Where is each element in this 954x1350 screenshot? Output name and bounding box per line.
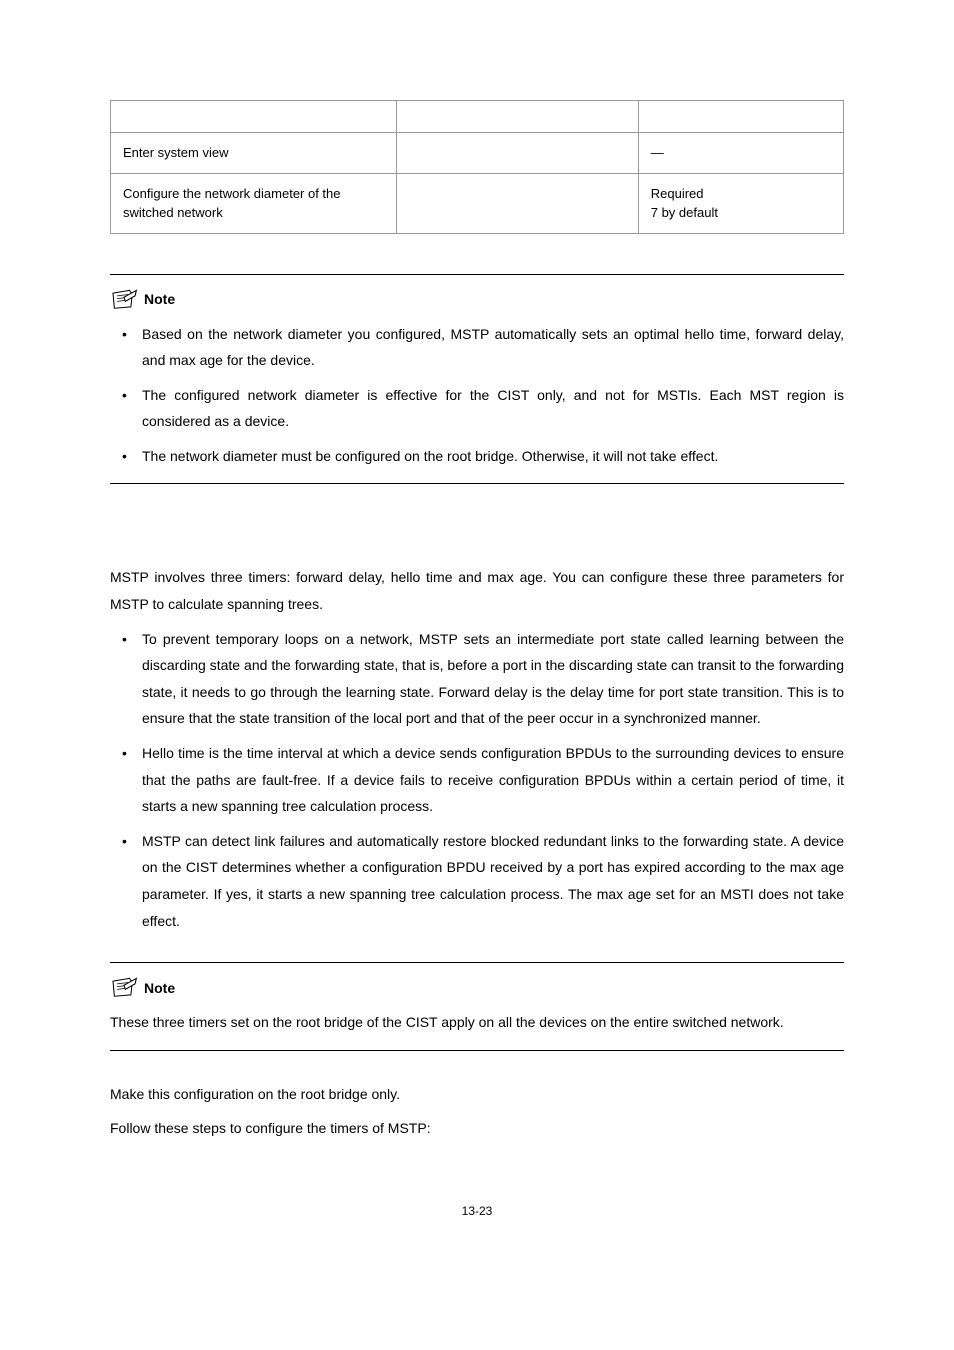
table-cell — [396, 133, 638, 174]
table-header — [111, 101, 397, 133]
table-cell: Enter system view — [111, 133, 397, 174]
list-item: The configured network diameter is effec… — [110, 382, 844, 435]
divider — [110, 274, 844, 275]
note-label: Note — [144, 978, 175, 999]
table-header — [638, 101, 843, 133]
page-number: 13-23 — [110, 1202, 844, 1220]
note-label: Note — [144, 289, 175, 310]
list-item: MSTP can detect link failures and automa… — [110, 828, 844, 934]
divider — [110, 1050, 844, 1051]
list-item: Based on the network diameter you config… — [110, 321, 844, 374]
note-header: Note — [110, 289, 844, 311]
cell-line: Required — [651, 184, 831, 204]
note-header: Note — [110, 977, 844, 999]
list-item: To prevent temporary loops on a network,… — [110, 626, 844, 732]
body-text: Follow these steps to configure the time… — [110, 1115, 844, 1142]
body-text: Make this configuration on the root brid… — [110, 1081, 844, 1108]
table-header — [396, 101, 638, 133]
table-row: Configure the network diameter of the sw… — [111, 173, 844, 233]
divider — [110, 962, 844, 963]
note-icon — [110, 289, 138, 311]
divider — [110, 483, 844, 484]
note-icon — [110, 977, 138, 999]
table-cell — [396, 173, 638, 233]
config-table: Enter system view — Configure the networ… — [110, 100, 844, 234]
list-item: Hello time is the time interval at which… — [110, 740, 844, 820]
table-cell: Configure the network diameter of the sw… — [111, 173, 397, 233]
list-item: The network diameter must be configured … — [110, 443, 844, 470]
note-list: Based on the network diameter you config… — [110, 321, 844, 470]
note-text: These three timers set on the root bridg… — [110, 1009, 844, 1036]
body-list: To prevent temporary loops on a network,… — [110, 626, 844, 935]
cell-line: 7 by default — [651, 203, 831, 223]
table-cell: Required 7 by default — [638, 173, 843, 233]
table-row: Enter system view — — [111, 133, 844, 174]
table-cell: — — [638, 133, 843, 174]
body-text: MSTP involves three timers: forward dela… — [110, 564, 844, 617]
